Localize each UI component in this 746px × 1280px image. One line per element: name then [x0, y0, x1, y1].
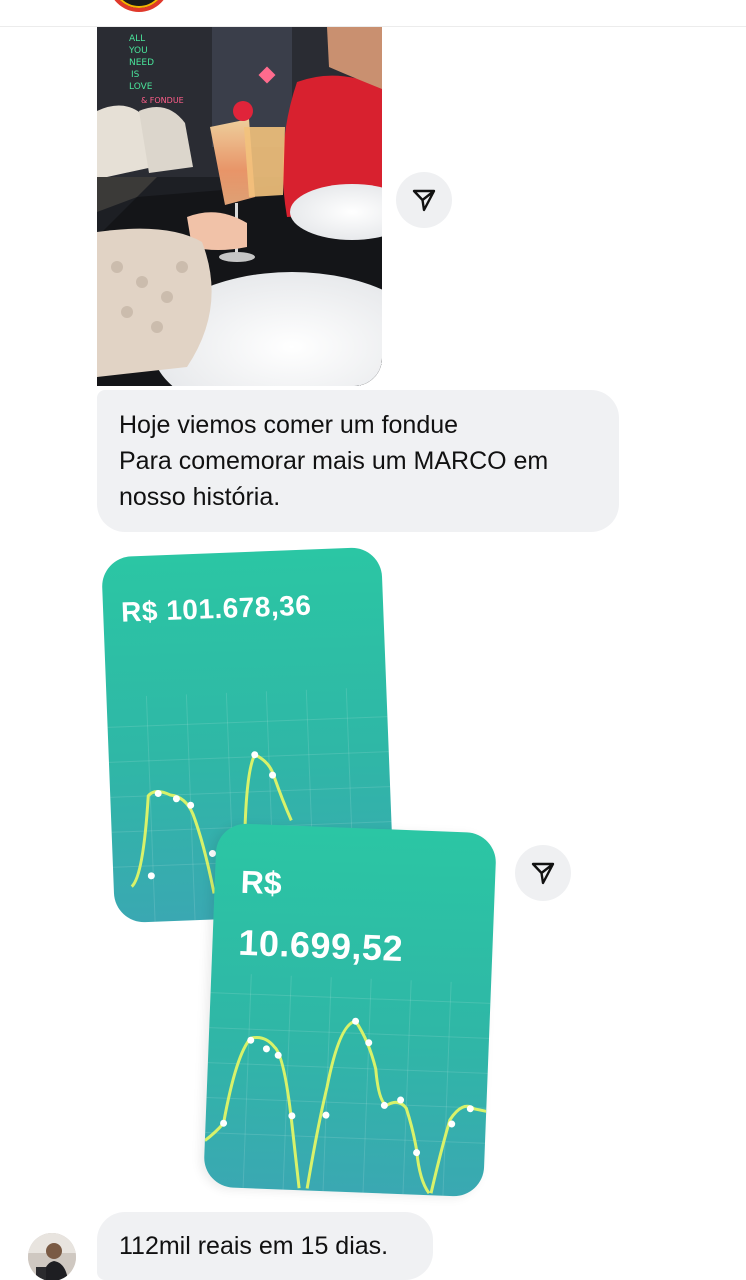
paper-plane-icon: [531, 862, 555, 885]
svg-text:YOU: YOU: [128, 46, 148, 56]
message-line: Hoje viemos comer um fondue: [119, 411, 459, 439]
svg-text:IS: IS: [131, 70, 140, 80]
svg-text:LOVE: LOVE: [129, 82, 153, 92]
shared-photo[interactable]: ALL YOU NEED IS LOVE & FONDUE: [97, 27, 382, 386]
balance-card-2[interactable]: R$ 10.699,52: [203, 822, 497, 1198]
svg-text:& FONDUE: & FONDUE: [141, 96, 184, 105]
message-line: nosso história.: [119, 483, 281, 511]
message-bubble[interactable]: 112mil reais em 15 dias.: [97, 1212, 433, 1280]
svg-text:NEED: NEED: [129, 58, 154, 68]
message-line: Para comemorar mais um MARCO em: [119, 447, 549, 475]
message-bubble[interactable]: Hoje viemos comer um fondue Para comemor…: [97, 390, 619, 532]
paper-plane-icon: [412, 189, 436, 212]
header-avatar[interactable]: [108, 0, 170, 12]
sender-avatar[interactable]: [28, 1233, 76, 1280]
balance-chart: [203, 974, 491, 1196]
svg-text:ALL: ALL: [129, 34, 145, 44]
chat-header: [0, 0, 746, 27]
chat-thread: ALL YOU NEED IS LOVE & FONDUE Hoje viemo…: [0, 0, 746, 1280]
share-button[interactable]: [515, 845, 571, 901]
share-button[interactable]: [396, 172, 452, 228]
